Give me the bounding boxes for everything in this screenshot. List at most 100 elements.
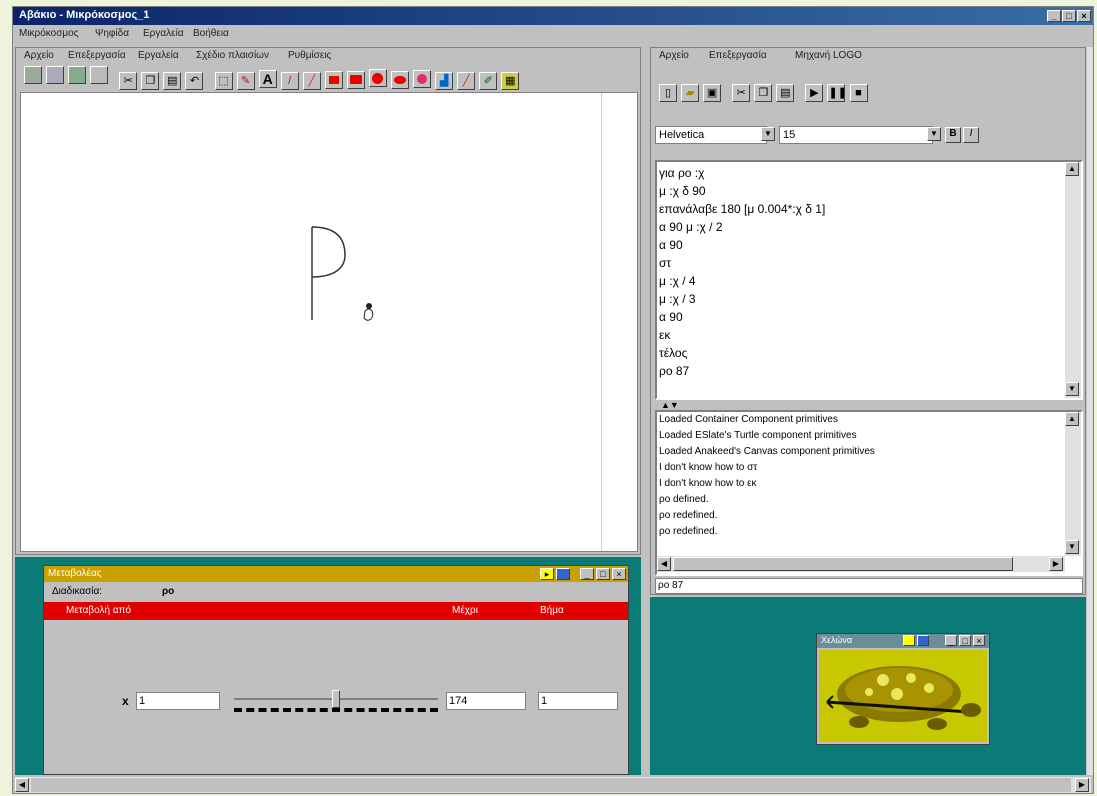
code-scrollbar[interactable]: ▲ ▼ — [1065, 162, 1081, 398]
logo-menu-engine[interactable]: Μηχανή LOGO — [795, 50, 862, 61]
run-icon[interactable]: ▶ — [805, 84, 824, 102]
menu-microworld[interactable]: Μικρόκοσμος — [19, 28, 79, 39]
font-size-dropdown-icon[interactable]: ▼ — [927, 127, 941, 141]
new-icon[interactable] — [24, 66, 42, 84]
scroll-right-icon[interactable]: ▶ — [1075, 778, 1089, 792]
font-size-select[interactable]: 15 — [779, 126, 933, 144]
filled-oval-icon[interactable] — [391, 71, 409, 89]
pin-icon[interactable]: ▸ — [540, 568, 554, 580]
logo-menu-file[interactable]: Αρχείο — [659, 50, 689, 61]
menu-help[interactable]: Βοήθεια — [193, 28, 229, 39]
scroll-left-icon[interactable]: ◀ — [657, 557, 671, 571]
open-icon[interactable]: ▰ — [681, 84, 700, 102]
turtle-titlebar: Χελώνα _ □ × — [817, 634, 989, 648]
canvas-menu-settings[interactable]: Ρυθμίσεις — [288, 50, 331, 61]
log-line: ρο redefined. — [659, 510, 718, 521]
dock-icon[interactable] — [556, 568, 570, 580]
code-editor[interactable]: για ρο :χ μ :χ δ 90 επανάλαβε 180 [μ 0.0… — [655, 160, 1083, 400]
font-name-select[interactable]: Helvetica — [655, 126, 767, 144]
stop-icon[interactable]: ■ — [849, 84, 868, 102]
bold-button[interactable]: B — [945, 127, 961, 143]
eraser-icon[interactable]: ✎ — [236, 72, 255, 90]
save-icon[interactable]: ▣ — [703, 84, 722, 102]
canvas-panel: Αρχείο Επεξεργασία Εργαλεία Σχέδιο πλαισ… — [15, 47, 641, 555]
canvas-menu: Αρχείο Επεξεργασία Εργαλεία Σχέδιο πλαισ… — [16, 48, 636, 64]
copy-icon[interactable]: ❐ — [754, 84, 773, 102]
scroll-left-icon[interactable]: ◀ — [15, 778, 29, 792]
maximize-button[interactable]: □ — [1062, 10, 1076, 22]
dock-icon[interactable] — [917, 635, 929, 646]
code-line: α 90 — [659, 310, 683, 324]
maximize-button[interactable]: □ — [959, 635, 971, 646]
canvas-menu-frames[interactable]: Σχέδιο πλαισίων — [196, 50, 269, 61]
scroll-up-icon[interactable]: ▲ — [1065, 162, 1079, 176]
picture-icon[interactable]: ▦ — [501, 72, 520, 90]
cut-icon[interactable]: ✂ — [119, 72, 138, 90]
value-slider[interactable] — [234, 690, 438, 716]
log-scrollbar[interactable]: ▲ ▼ — [1065, 412, 1081, 556]
scroll-down-icon[interactable]: ▼ — [1065, 540, 1079, 554]
step-input[interactable]: 1 — [538, 692, 618, 710]
canvas-menu-tools[interactable]: Εργαλεία — [138, 50, 179, 61]
circle-icon[interactable] — [413, 70, 432, 88]
hscroll-track — [31, 778, 1071, 792]
italic-button[interactable]: I — [963, 127, 979, 143]
log-hscrollbar[interactable]: ◀ ▶ — [657, 556, 1065, 572]
line-icon[interactable]: ╱ — [302, 72, 321, 90]
maximize-button[interactable]: □ — [596, 568, 610, 580]
code-line: στ — [659, 256, 672, 270]
code-line: α 90 μ :χ / 2 — [659, 220, 723, 234]
hscroll-thumb[interactable] — [673, 557, 1013, 571]
fill-icon[interactable]: ▟ — [435, 72, 454, 90]
code-lines: για ρο :χ μ :χ δ 90 επανάλαβε 180 [μ 0.0… — [659, 164, 1063, 380]
canvas-menu-edit[interactable]: Επεξεργασία — [68, 50, 126, 61]
copy-icon[interactable]: ❐ — [141, 72, 160, 90]
canvas-menu-file[interactable]: Αρχείο — [24, 50, 54, 61]
main-hscrollbar[interactable]: ◀ ▶ — [15, 777, 1091, 793]
drawing-canvas[interactable] — [20, 92, 638, 552]
menu-tools[interactable]: Εργαλεία — [143, 28, 184, 39]
turtle-cursor-icon — [363, 303, 374, 321]
print-icon[interactable] — [90, 66, 109, 84]
undo-icon[interactable]: ↶ — [185, 72, 204, 90]
close-button[interactable]: × — [973, 635, 985, 646]
from-input[interactable]: 1 — [136, 692, 220, 710]
to-input[interactable]: 174 — [446, 692, 526, 710]
minimize-button[interactable]: _ — [580, 568, 594, 580]
select-icon[interactable]: ⬚ — [214, 72, 233, 90]
pin-icon[interactable] — [903, 635, 915, 646]
close-button[interactable]: × — [1077, 10, 1091, 22]
menu-tile[interactable]: Ψηφίδα — [95, 28, 129, 39]
command-input[interactable]: ρο 87 — [655, 578, 1083, 594]
logo-menu-edit[interactable]: Επεξεργασία — [709, 50, 767, 61]
save-icon[interactable] — [68, 66, 87, 84]
open-icon[interactable] — [46, 66, 65, 84]
paste-icon[interactable]: ▤ — [163, 72, 182, 90]
main-vscrollbar[interactable] — [1087, 47, 1093, 775]
procedure-label: Διαδικασία: — [52, 586, 103, 597]
scroll-up-icon[interactable]: ▲ — [1065, 412, 1079, 426]
new-icon[interactable]: ▯ — [659, 84, 677, 102]
log-line: ρο redefined. — [659, 526, 718, 537]
filled-rect-icon[interactable] — [346, 71, 365, 89]
font-name-dropdown-icon[interactable]: ▼ — [761, 127, 775, 141]
text-icon[interactable]: A — [258, 70, 277, 88]
main-window: Αβάκιο - Μικρόκοσμος_1 _ □ × Μικρόκοσμος… — [12, 6, 1094, 794]
pen-icon[interactable]: / — [280, 72, 299, 90]
cut-icon[interactable]: ✂ — [732, 84, 751, 102]
minimize-button[interactable]: _ — [945, 635, 957, 646]
pause-icon[interactable]: ❚❚ — [827, 84, 847, 102]
rect-icon[interactable] — [324, 71, 343, 89]
paste-icon[interactable]: ▤ — [776, 84, 795, 102]
scroll-right-icon[interactable]: ▶ — [1049, 557, 1063, 571]
brush-icon[interactable]: ╱ — [457, 72, 476, 90]
splitter-arrows-icon[interactable]: ▲▼ — [661, 400, 679, 410]
slider-thumb[interactable] — [332, 690, 340, 708]
scroll-down-icon[interactable]: ▼ — [1065, 382, 1079, 396]
code-line: για ρο :χ — [659, 166, 705, 180]
close-button[interactable]: × — [612, 568, 626, 580]
pencil-icon[interactable]: ✐ — [479, 72, 498, 90]
variables-header: Μεταβολή από Μέχρι Βήμα — [44, 602, 628, 620]
minimize-button[interactable]: _ — [1047, 10, 1061, 22]
oval-icon[interactable] — [368, 69, 387, 87]
